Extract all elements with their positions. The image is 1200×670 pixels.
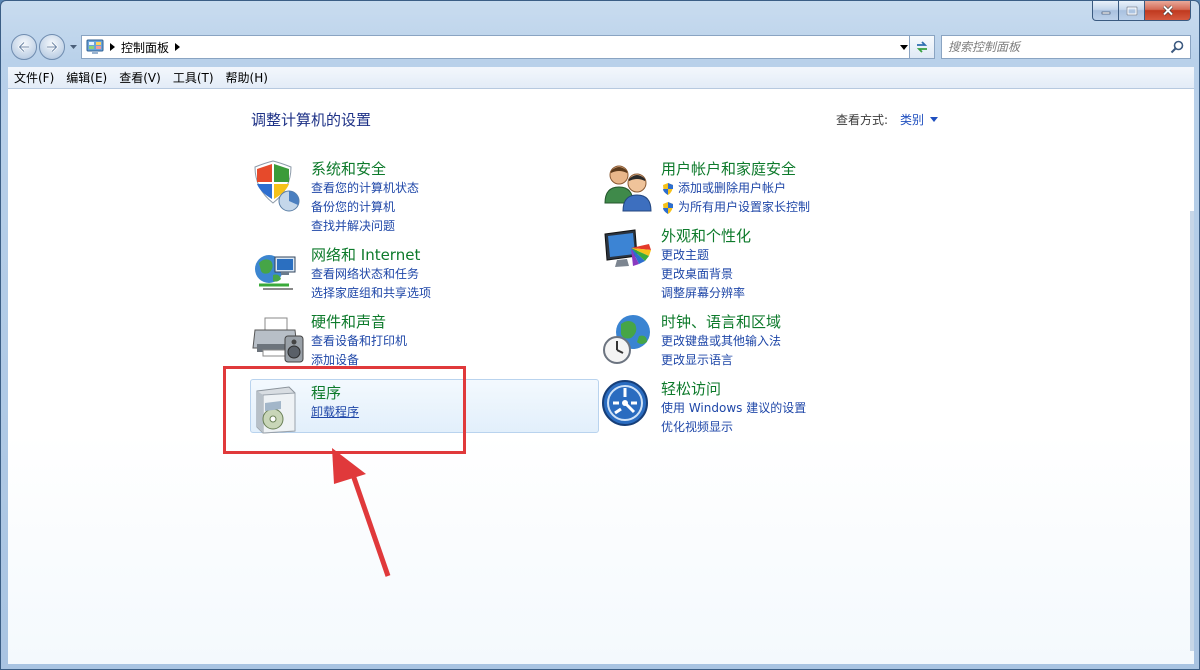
breadcrumb-separator[interactable] [110,43,115,51]
link-text[interactable]: 更改显示语言 [661,351,733,370]
link-text[interactable]: 使用 Windows 建议的设置 [661,399,806,418]
annotation-arrow-icon [332,448,391,577]
minimize-icon [1101,11,1110,14]
link-text[interactable]: 选择家庭组和共享选项 [311,284,431,303]
category-title[interactable]: 硬件和声音 [311,312,407,332]
page-title: 调整计算机的设置 [251,111,372,129]
link-text[interactable]: 备份您的计算机 [311,198,395,217]
menu-tools[interactable]: 工具(T) [167,67,220,89]
view-by: 查看方式: 类别 [836,111,939,128]
uac-shield-icon [663,201,673,214]
menu-bar: 文件(F) 编辑(E) 查看(V) 工具(T) 帮助(H) [8,67,1194,89]
ease-of-access-icon [602,380,648,426]
category-title[interactable]: 外观和个性化 [661,226,751,246]
category-link[interactable]: 更改桌面背景 [661,265,751,284]
content-area: 调整计算机的设置 查看方式: 类别 系统和安全 查看您的计算机状态 备份您的计算… [8,89,1194,664]
link-text[interactable]: 调整屏幕分辨率 [661,284,745,303]
menu-view[interactable]: 查看(V) [113,67,167,89]
link-text[interactable]: 添加或删除用户帐户 [678,179,786,198]
category-title[interactable]: 网络和 Internet [311,245,431,265]
link-text[interactable]: 查找并解决问题 [311,217,395,236]
printer-icon [252,317,304,363]
chevron-right-icon [110,43,115,51]
breadcrumb-control-panel[interactable]: 控制面板 [121,39,169,56]
view-by-dropdown[interactable]: 类别 [900,111,924,128]
uac-shield-icon [663,182,673,195]
category-link[interactable]: 选择家庭组和共享选项 [311,284,431,303]
category-link[interactable]: 更改显示语言 [661,351,781,370]
chevron-down-icon [930,117,939,122]
link-text[interactable]: 查看网络状态和任务 [311,265,419,284]
view-by-label: 查看方式: [836,113,889,127]
navigation-bar: 控制面板 [9,31,1193,63]
security-shield-icon [254,160,300,212]
chevron-down-icon [69,45,77,49]
category-title[interactable]: 系统和安全 [311,159,419,179]
category-ease-of-access: 轻松访问 使用 Windows 建议的设置 优化视频显示 [601,379,806,437]
category-link[interactable]: 查看设备和打印机 [311,332,407,351]
category-link[interactable]: 更改主题 [661,246,751,265]
maximize-button[interactable] [1119,1,1145,21]
network-globe-icon [255,255,296,290]
caption-buttons [1092,1,1191,21]
link-text[interactable]: 查看设备和打印机 [311,332,407,351]
clock-globe-icon [603,315,650,364]
link-text[interactable]: 更改主题 [661,246,709,265]
maximize-icon [1126,6,1137,15]
appearance-monitor-icon [604,229,651,267]
category-user-accounts: 用户帐户和家庭安全 添加或删除用户帐户 为所有用户设置家长控制 [601,159,810,217]
back-button[interactable] [11,34,37,60]
category-hardware-sound: 硬件和声音 查看设备和打印机 添加设备 [251,312,407,370]
category-title[interactable]: 轻松访问 [661,379,806,399]
menu-file[interactable]: 文件(F) [8,67,60,89]
view-by-caret[interactable] [930,117,939,122]
link-text[interactable]: 优化视频显示 [661,418,733,437]
category-link[interactable]: 查看您的计算机状态 [311,179,419,198]
category-appearance: 外观和个性化 更改主题 更改桌面背景 调整屏幕分辨率 [601,226,751,303]
category-link[interactable]: 备份您的计算机 [311,198,419,217]
search-input[interactable] [948,37,1168,57]
category-system-security: 系统和安全 查看您的计算机状态 备份您的计算机 查找并解决问题 [251,159,419,236]
menu-help[interactable]: 帮助(H) [220,67,274,89]
link-text[interactable]: 更改键盘或其他输入法 [661,332,781,351]
search-box[interactable] [941,35,1191,59]
recent-pages-button[interactable] [68,42,78,52]
refresh-button[interactable] [909,35,935,59]
control-panel-icon [86,39,104,54]
category-link[interactable]: 添加或删除用户帐户 [661,179,810,198]
category-link[interactable]: 调整屏幕分辨率 [661,284,751,303]
window-frame: 控制面板 文件(F) 编辑(E) 查看(V) 工具(T) 帮助(H) [0,0,1200,670]
search-button[interactable] [1168,38,1186,56]
category-link[interactable]: 查找并解决问题 [311,217,419,236]
category-clock-language-region: 时钟、语言和区域 更改键盘或其他输入法 更改显示语言 [601,312,781,370]
category-link[interactable]: 为所有用户设置家长控制 [661,198,810,217]
category-title[interactable]: 用户帐户和家庭安全 [661,159,810,179]
link-text[interactable]: 查看您的计算机状态 [311,179,419,198]
category-title[interactable]: 时钟、语言和区域 [661,312,781,332]
back-arrow-icon [17,41,29,53]
category-link[interactable]: 使用 Windows 建议的设置 [661,399,806,418]
forward-button[interactable] [39,34,65,60]
scrollbar-edge [1190,211,1194,651]
refresh-icon [916,41,928,53]
breadcrumb-separator[interactable] [175,43,181,51]
chevron-right-icon [175,43,181,51]
close-icon [1162,5,1173,16]
search-icon [1170,40,1184,54]
minimize-button[interactable] [1092,1,1119,21]
category-link[interactable]: 查看网络状态和任务 [311,265,431,284]
chevron-down-icon [900,44,908,50]
forward-arrow-icon [47,41,59,53]
address-bar[interactable]: 控制面板 [81,35,915,59]
category-link[interactable]: 优化视频显示 [661,418,806,437]
link-text[interactable]: 更改桌面背景 [661,265,733,284]
close-button[interactable] [1145,1,1191,21]
link-text[interactable]: 为所有用户设置家长控制 [678,198,810,217]
category-network-internet: 网络和 Internet 查看网络状态和任务 选择家庭组和共享选项 [251,245,431,303]
users-icon [604,165,652,212]
category-link[interactable]: 更改键盘或其他输入法 [661,332,781,351]
menu-edit[interactable]: 编辑(E) [60,67,113,89]
